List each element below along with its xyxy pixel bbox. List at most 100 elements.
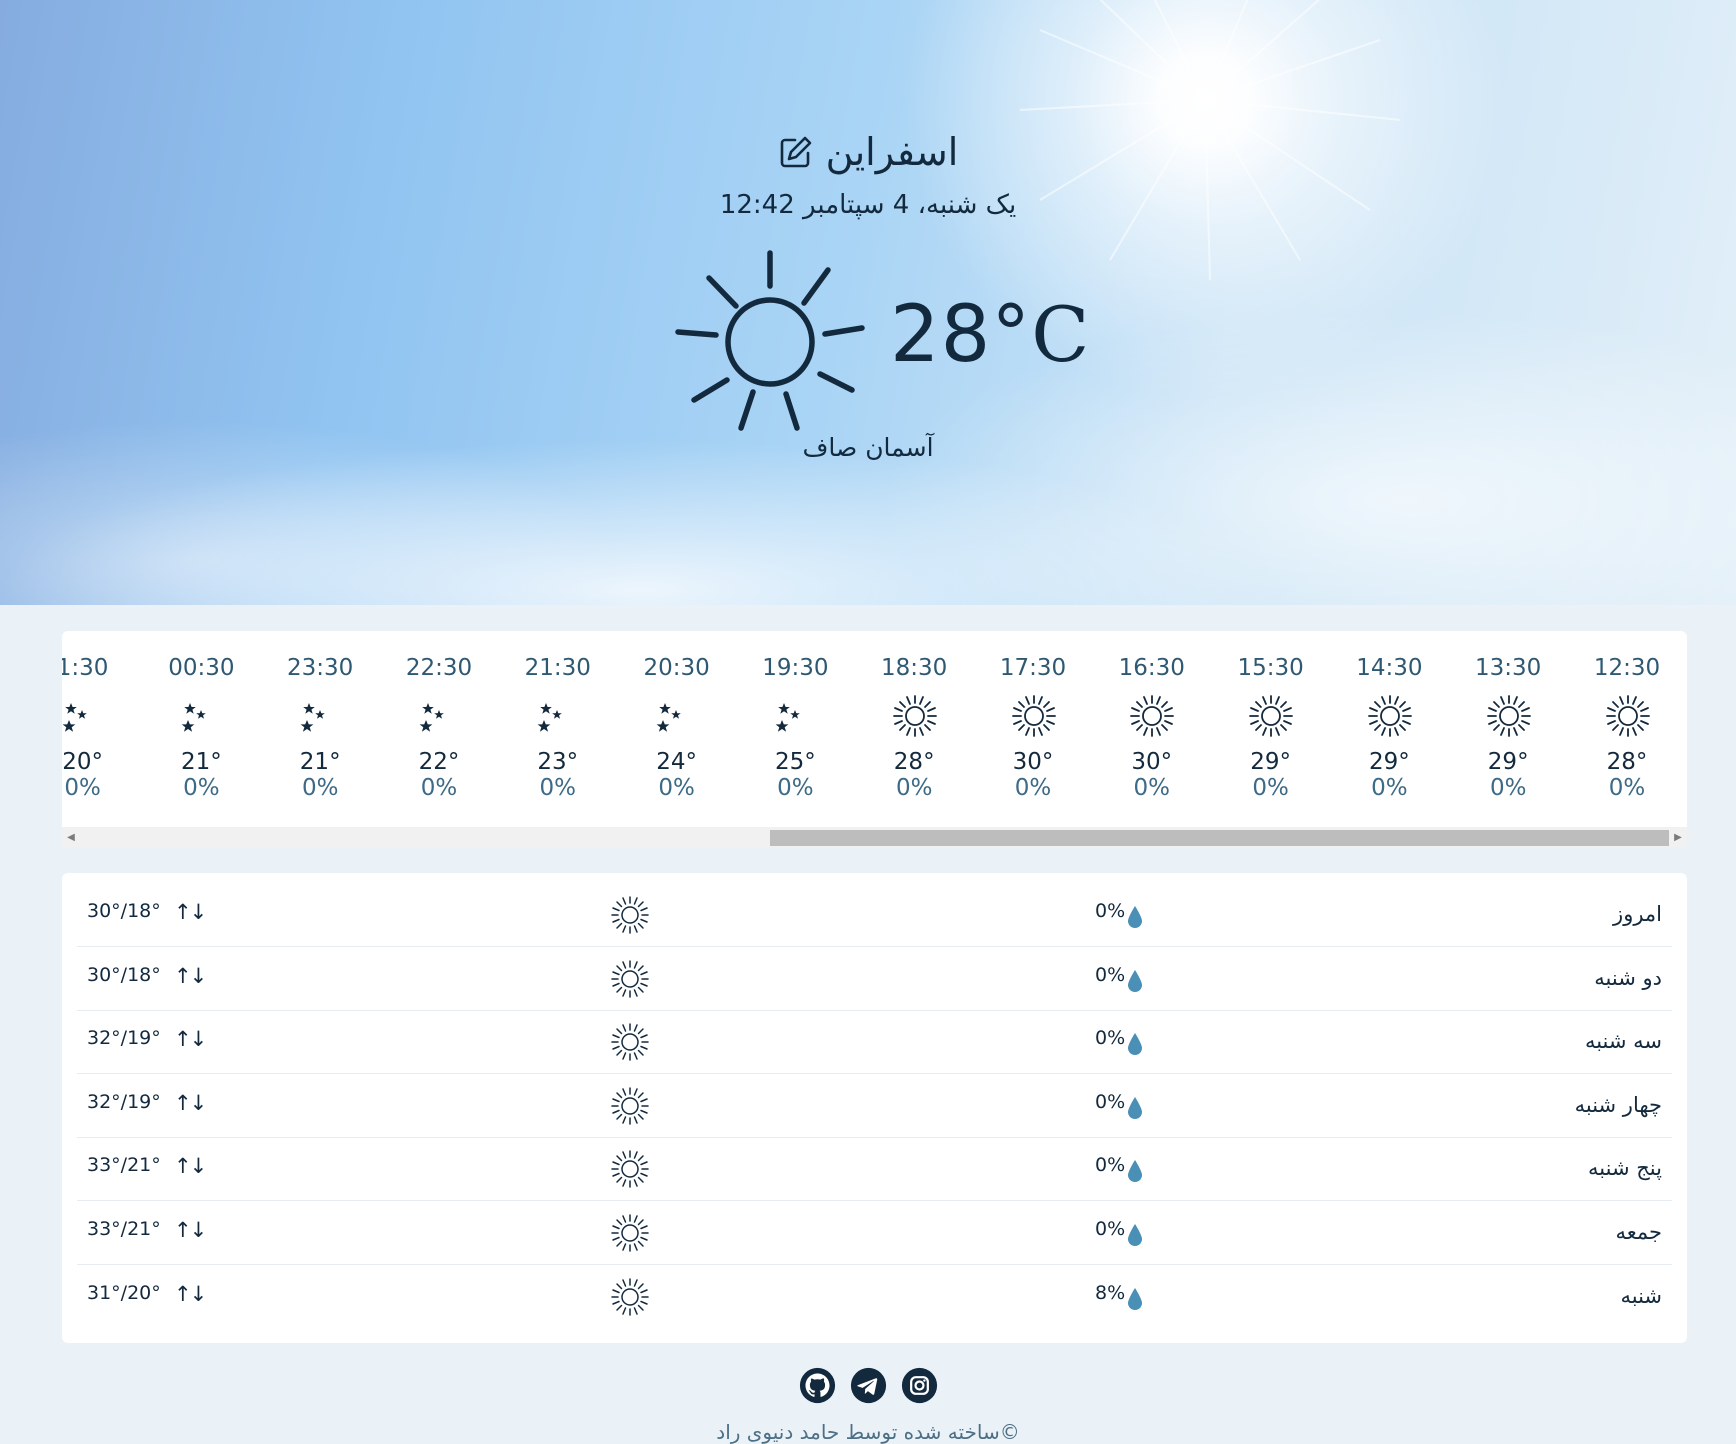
hourly-time: 16:30 <box>1118 655 1185 681</box>
hourly-item: 17:30 30° 0% <box>974 631 1093 827</box>
hourly-temperature: 21° <box>299 749 341 775</box>
sun-icon <box>890 694 940 738</box>
moon-stars-icon <box>533 694 583 738</box>
scrollbar-thumb[interactable] <box>769 830 1669 846</box>
day-name: دو شنبه <box>1594 965 1662 990</box>
hourly-item: 22:30 22° 0% <box>380 631 499 827</box>
hourly-item: 1:30 20° 0% <box>62 631 142 827</box>
sun-icon <box>610 1213 650 1253</box>
daily-row: سه شنبه 0% ↑↓ 32°/19° <box>77 1010 1672 1075</box>
daily-temperature-range: 32°/19° <box>87 1090 161 1113</box>
hourly-item: 16:30 30° 0% <box>1092 631 1211 827</box>
high-low-arrows-icon: ↑↓ <box>174 1218 207 1242</box>
hourly-item: 00:30 21° 0% <box>142 631 261 827</box>
daily-row: چهار شنبه 0% ↑↓ 32°/19° <box>77 1074 1672 1138</box>
hourly-precipitation: 0% <box>1252 775 1289 801</box>
hourly-item: 13:30 29° 0% <box>1449 631 1568 827</box>
hourly-precipitation: 0% <box>1133 775 1171 801</box>
daily-precipitation: 0% <box>1095 1218 1126 1240</box>
hourly-time: 14:30 <box>1356 655 1423 681</box>
hourly-precipitation: 0% <box>1371 775 1408 801</box>
hourly-temperature: 21° <box>181 749 222 775</box>
daily-forecast-panel: امروز 0% ↑↓ 30°/18° دو شنبه 0% ↑↓ 30°/18° سه شنب… <box>62 873 1687 1343</box>
daily-precipitation: 0% <box>1095 1090 1126 1113</box>
sun-icon <box>1246 694 1296 738</box>
hourly-forecast-list[interactable]: 12:30 28° 0% 13:30 29° 0% 14:30 29° 0% 15:30 29° 0%… <box>62 631 1687 827</box>
hourly-time: 19:30 <box>762 655 829 681</box>
hourly-forecast-panel: 12:30 28° 0% 13:30 29° 0% 14:30 29° 0% 15:30 29° 0%… <box>62 631 1687 847</box>
sun-icon <box>610 895 650 935</box>
hourly-item: 12:30 28° 0% <box>1568 631 1687 827</box>
hourly-item: 23:30 21° 0% <box>261 631 380 827</box>
hourly-item: 20:30 24° 0% <box>617 631 736 827</box>
hourly-time: 15:30 <box>1237 655 1304 681</box>
high-low-arrows-icon: ↑↓ <box>174 1154 207 1179</box>
github-icon[interactable] <box>799 1367 836 1404</box>
sun-icon <box>610 1149 650 1189</box>
hourly-temperature: 20° <box>62 749 103 775</box>
horizontal-scrollbar[interactable]: ◀ ▶ <box>62 827 1687 847</box>
hourly-time: 18:30 <box>881 655 948 681</box>
high-low-arrows-icon: ↑↓ <box>174 1027 207 1052</box>
instagram-icon[interactable] <box>901 1367 938 1404</box>
day-name: پنج شنبه <box>1588 1156 1662 1181</box>
raindrop-icon <box>1127 1223 1143 1247</box>
telegram-icon[interactable] <box>850 1367 887 1404</box>
scroll-left-arrow-icon[interactable]: ◀ <box>62 827 80 847</box>
raindrop-icon <box>1127 905 1143 929</box>
hourly-precipitation: 0% <box>420 775 458 801</box>
temperature-unit: C <box>1031 290 1091 379</box>
hourly-time: 00:30 <box>168 655 235 681</box>
hourly-precipitation: 0% <box>658 775 695 801</box>
weather-condition: آسمان صاف <box>802 433 934 462</box>
hourly-item: 19:30 25° 0% <box>736 631 855 827</box>
sun-icon <box>1484 694 1534 738</box>
moon-stars-icon <box>62 694 108 738</box>
sun-icon <box>1127 694 1177 738</box>
hourly-item: 14:30 29° 0% <box>1330 631 1449 827</box>
hourly-temperature: 25° <box>775 749 816 775</box>
hourly-item: 18:30 28° 0% <box>855 631 974 827</box>
sun-icon <box>1009 694 1059 738</box>
hourly-precipitation: 0% <box>1608 775 1646 801</box>
daily-temperature-range: 31°/20° <box>87 1281 161 1304</box>
social-links <box>0 1367 1736 1404</box>
hourly-temperature: 23° <box>537 749 579 775</box>
hourly-temperature: 29° <box>1369 749 1410 775</box>
hourly-temperature: 24° <box>656 749 697 775</box>
hourly-precipitation: 0% <box>301 775 339 801</box>
hourly-time: 22:30 <box>405 655 473 681</box>
sun-icon <box>1603 694 1653 738</box>
scroll-right-arrow-icon[interactable]: ▶ <box>1669 827 1687 847</box>
hourly-precipitation: 0% <box>895 775 933 801</box>
hourly-precipitation: 0% <box>539 775 577 801</box>
hourly-temperature: 28° <box>1606 749 1648 775</box>
hourly-precipitation: 0% <box>777 775 814 801</box>
hero-banner: اسفراین یک شنبه، 4 سپتامبر 12:42 28°C آس… <box>0 0 1736 605</box>
moon-stars-icon <box>652 694 702 738</box>
daily-temperature-range: 33°/21° <box>87 1218 161 1240</box>
daily-precipitation: 0% <box>1095 1027 1126 1050</box>
hourly-temperature: 30° <box>1131 749 1173 775</box>
hourly-precipitation: 0% <box>183 775 220 801</box>
hourly-item: 21:30 23° 0% <box>498 631 617 827</box>
daily-temperature-range: 32°/19° <box>87 1027 161 1050</box>
high-low-arrows-icon: ↑↓ <box>174 900 207 924</box>
hourly-temperature: 30° <box>1012 749 1054 775</box>
daily-precipitation: 0% <box>1095 900 1126 922</box>
daily-temperature-range: 30°/18° <box>87 900 161 922</box>
day-name: شنبه <box>1620 1283 1662 1308</box>
hourly-temperature: 29° <box>1250 749 1291 775</box>
sun-icon <box>610 1086 650 1126</box>
day-name: سه شنبه <box>1584 1029 1662 1054</box>
daily-row: جمعه 0% ↑↓ 33°/21° <box>77 1201 1672 1265</box>
hourly-time: 12:30 <box>1593 655 1661 681</box>
daily-row: شنبه 8% ↑↓ 31°/20° <box>77 1265 1672 1328</box>
hourly-time: 13:30 <box>1475 655 1542 681</box>
daily-temperature-range: 30°/18° <box>87 963 161 986</box>
edit-location-icon[interactable] <box>778 134 814 170</box>
hourly-item: 15:30 29° 0% <box>1211 631 1330 827</box>
daily-temperature-range: 33°/21° <box>87 1154 161 1177</box>
moon-stars-icon <box>415 694 465 738</box>
hourly-precipitation: 0% <box>1014 775 1052 801</box>
